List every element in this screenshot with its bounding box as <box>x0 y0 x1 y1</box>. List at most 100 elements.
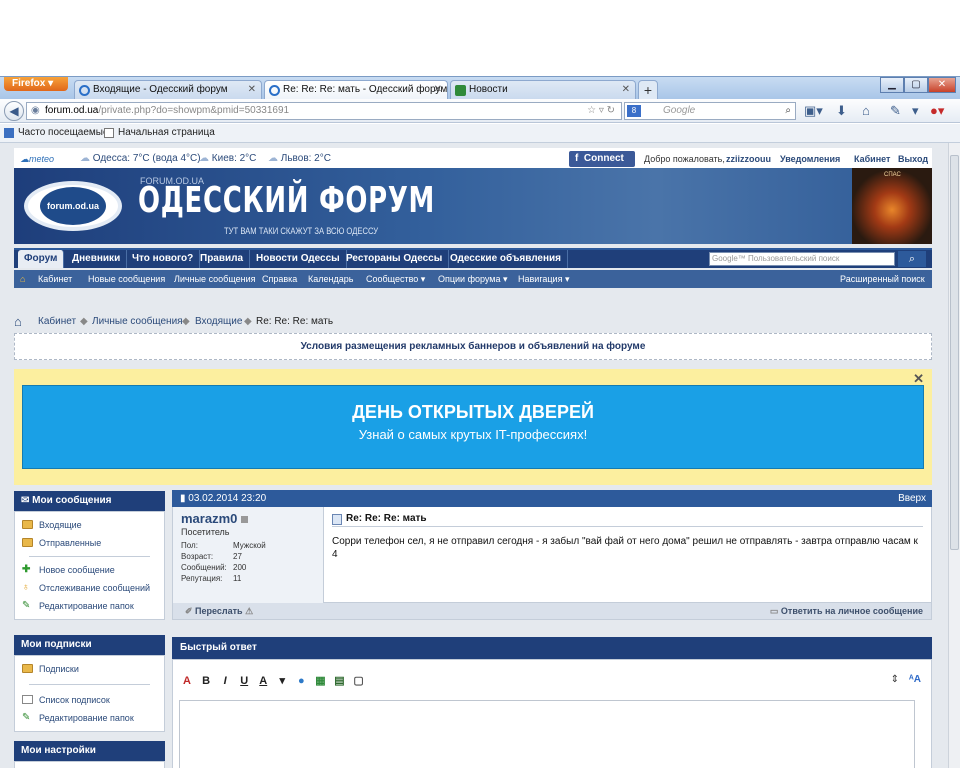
breadcrumb-private-messages[interactable]: Личные сообщения <box>92 313 183 331</box>
tab-message[interactable]: Re: Re: Re: мать - Одесский форум ✕ <box>264 80 448 100</box>
meteo-logo[interactable]: ☁meteo <box>20 148 54 170</box>
tab-close-icon[interactable]: ✕ <box>434 81 442 99</box>
link-icon[interactable]: ● <box>293 675 309 687</box>
tab-close-icon[interactable]: ✕ <box>248 81 256 99</box>
header-art-image[interactable]: СПАС <box>852 168 932 244</box>
subnav-help[interactable]: Справка <box>262 270 297 288</box>
nav-classifieds[interactable]: Одесские объявления <box>444 250 569 268</box>
sidebar-header: ✉ Мои сообщения <box>14 491 165 511</box>
close-window-button[interactable]: ✕ <box>928 77 956 93</box>
nav-rules[interactable]: Правила <box>194 250 251 268</box>
nav-diaries[interactable]: Дневники <box>66 250 128 268</box>
screenshot-icon[interactable]: ▣▾ <box>804 103 823 119</box>
ad-container: ✕ ДЕНЬ ОТКРЫТЫХ ДВЕРЕЙ Узнай о самых кру… <box>14 369 932 485</box>
menu-chevron-icon[interactable]: ▾ <box>912 103 919 119</box>
page-scrollbar[interactable] <box>948 143 960 768</box>
quick-reply-header: Быстрый ответ <box>172 637 932 659</box>
subnav-navigation[interactable]: Навигация ▾ <box>518 270 569 288</box>
sidebar-item-subscription-list[interactable]: Список подписок <box>15 691 164 709</box>
reply-textarea[interactable] <box>179 700 915 768</box>
subnav-new-posts[interactable]: Новые сообщения <box>88 270 165 288</box>
post-body: marazm0 Посетитель Пол: Мужской Возраст: 2… <box>172 507 932 603</box>
bookmark-start-page[interactable]: Начальная страница <box>118 124 215 142</box>
download-icon[interactable]: ⬇ <box>836 103 847 119</box>
forward-button[interactable]: ✐ Переслать ⚠ <box>185 603 253 619</box>
subnav-cabinet[interactable]: Кабинет <box>38 270 72 288</box>
sidebar-item-edit-folders[interactable]: ✎ Редактирование папок <box>15 597 164 615</box>
scrollbar-thumb[interactable] <box>950 155 959 550</box>
back-button[interactable]: ◀ <box>4 101 24 121</box>
tab-inbox[interactable]: Входящие - Одесский форум ✕ <box>74 80 262 100</box>
new-tab-button[interactable]: + <box>638 80 658 100</box>
cabinet-link[interactable]: Кабинет <box>854 148 890 170</box>
magnifier-icon: ⌕ <box>908 253 916 265</box>
nav-odessa-news[interactable]: Новости Одессы <box>250 250 347 268</box>
sidebar-item-new-message[interactable]: ✚ Новое сообщение <box>15 561 164 579</box>
subnav-community[interactable]: Сообщество ▾ <box>366 270 425 288</box>
maximize-button[interactable]: ▢ <box>904 77 928 93</box>
top-link[interactable]: Вверх <box>898 490 926 507</box>
font-style-button[interactable]: A <box>179 675 195 687</box>
nav-forum[interactable]: Форум <box>18 250 65 268</box>
color-dropdown-icon[interactable]: ▾ <box>274 674 290 687</box>
subnav-forum-options[interactable]: Опции форума ▾ <box>438 270 508 288</box>
forum-search-button[interactable]: ⌕ <box>898 251 926 267</box>
bookmark-most-visited[interactable]: Часто посещаемые <box>18 124 109 142</box>
weather-lviv[interactable]: ☁ Львов: 2°С <box>268 148 331 170</box>
address-bar[interactable]: ◉ forum.od.ua/private.php?do=showpm&pmid… <box>26 102 622 120</box>
author-name[interactable]: marazm0 <box>181 511 315 526</box>
home-icon[interactable]: ⌂ <box>862 103 870 118</box>
font-color-button[interactable]: A <box>255 675 271 687</box>
editor-toolbar: A B I U A ▾ ● ▦ ▤ ▢ <box>179 674 367 690</box>
ad-rules-link[interactable]: Условия размещения рекламных баннеров и … <box>14 333 932 360</box>
blank-area <box>0 0 960 76</box>
sidebar-item-sent[interactable]: Отправленные <box>15 534 164 552</box>
italic-button[interactable]: I <box>217 675 233 687</box>
breadcrumb-inbox[interactable]: Входящие <box>195 313 242 331</box>
username-link[interactable]: zziizzoouu <box>726 148 771 170</box>
forum-header: forum.od.ua FORUM.OD.UA ОДЕССКИЙ ФОРУМ Т… <box>14 168 932 244</box>
search-input[interactable]: 8 Google ⌕ <box>624 102 796 120</box>
sidebar-item-inbox[interactable]: Входящие <box>15 516 164 534</box>
nav-whats-new[interactable]: Что нового? <box>126 250 201 268</box>
sidebar-item-edit-folders[interactable]: ✎ Редактирование папок <box>15 709 164 727</box>
sidebar-item-tracking[interactable]: ♁ Отслеживание сообщений <box>15 579 164 597</box>
bold-button[interactable]: B <box>198 675 214 687</box>
facebook-connect-button[interactable]: f Connect <box>569 151 635 167</box>
logout-link[interactable]: Выход <box>898 148 928 170</box>
news-favicon-icon <box>455 85 466 96</box>
quick-reply: Быстрый ответ A B I U A ▾ ● ▦ ▤ ▢ ⇕ ᴬA <box>172 637 932 768</box>
url-host: forum.od.ua <box>45 105 99 116</box>
weather-odessa[interactable]: ☁ Одесса: 7°С (вода 4°С) <box>80 148 201 170</box>
addon-icon[interactable]: ✎ <box>890 103 901 119</box>
url-path: /private.php?do=showpm&pmid=50331691 <box>98 105 290 116</box>
subnav-private-messages[interactable]: Личные сообщения <box>174 270 256 288</box>
sidebar-item-subscriptions[interactable]: Подписки <box>15 660 164 678</box>
tab-news[interactable]: Новости ✕ <box>450 80 636 100</box>
image-icon[interactable]: ▦ <box>312 674 328 687</box>
video-icon[interactable]: ▤ <box>332 674 348 687</box>
weather-kiev[interactable]: ☁ Киев: 2°С <box>199 148 256 170</box>
quote-icon[interactable]: ▢ <box>351 674 367 687</box>
forum-search-input[interactable]: Google™ Пользовательский поиск <box>709 252 895 266</box>
tab-close-icon[interactable]: ✕ <box>622 81 630 99</box>
breadcrumb-cabinet[interactable]: Кабинет <box>38 313 76 331</box>
author-info-row: Сообщений: 200 <box>181 563 247 572</box>
minimize-button[interactable]: ▁ <box>880 77 904 93</box>
subnav-calendar[interactable]: Календарь <box>308 270 353 288</box>
magnifier-icon[interactable]: ⌕ <box>785 103 791 119</box>
underline-button[interactable]: U <box>236 675 252 687</box>
firefox-menu-button[interactable]: Firefox ▾ <box>4 77 68 91</box>
notifications-link[interactable]: Уведомления <box>780 148 840 170</box>
reply-button[interactable]: ▭ Ответить на личное сообщение <box>770 603 923 619</box>
sidebar-my-settings: Мои настройки <box>14 741 165 768</box>
home-icon[interactable]: ⌂ <box>14 313 22 331</box>
text-size-icon[interactable]: ᴬA <box>909 674 921 685</box>
forum-favicon-icon <box>79 85 90 96</box>
bookmark-star-icon[interactable]: ☆ ▿ ↻ <box>587 103 615 119</box>
resize-icon[interactable]: ⇕ <box>891 674 899 685</box>
ad-banner[interactable]: ДЕНЬ ОТКРЫТЫХ ДВЕРЕЙ Узнай о самых круты… <box>22 385 924 469</box>
abp-icon[interactable]: ●▾ <box>930 103 944 119</box>
nav-restaurants[interactable]: Рестораны Одессы <box>340 250 450 268</box>
advanced-search-link[interactable]: Расширенный поиск <box>840 270 925 288</box>
